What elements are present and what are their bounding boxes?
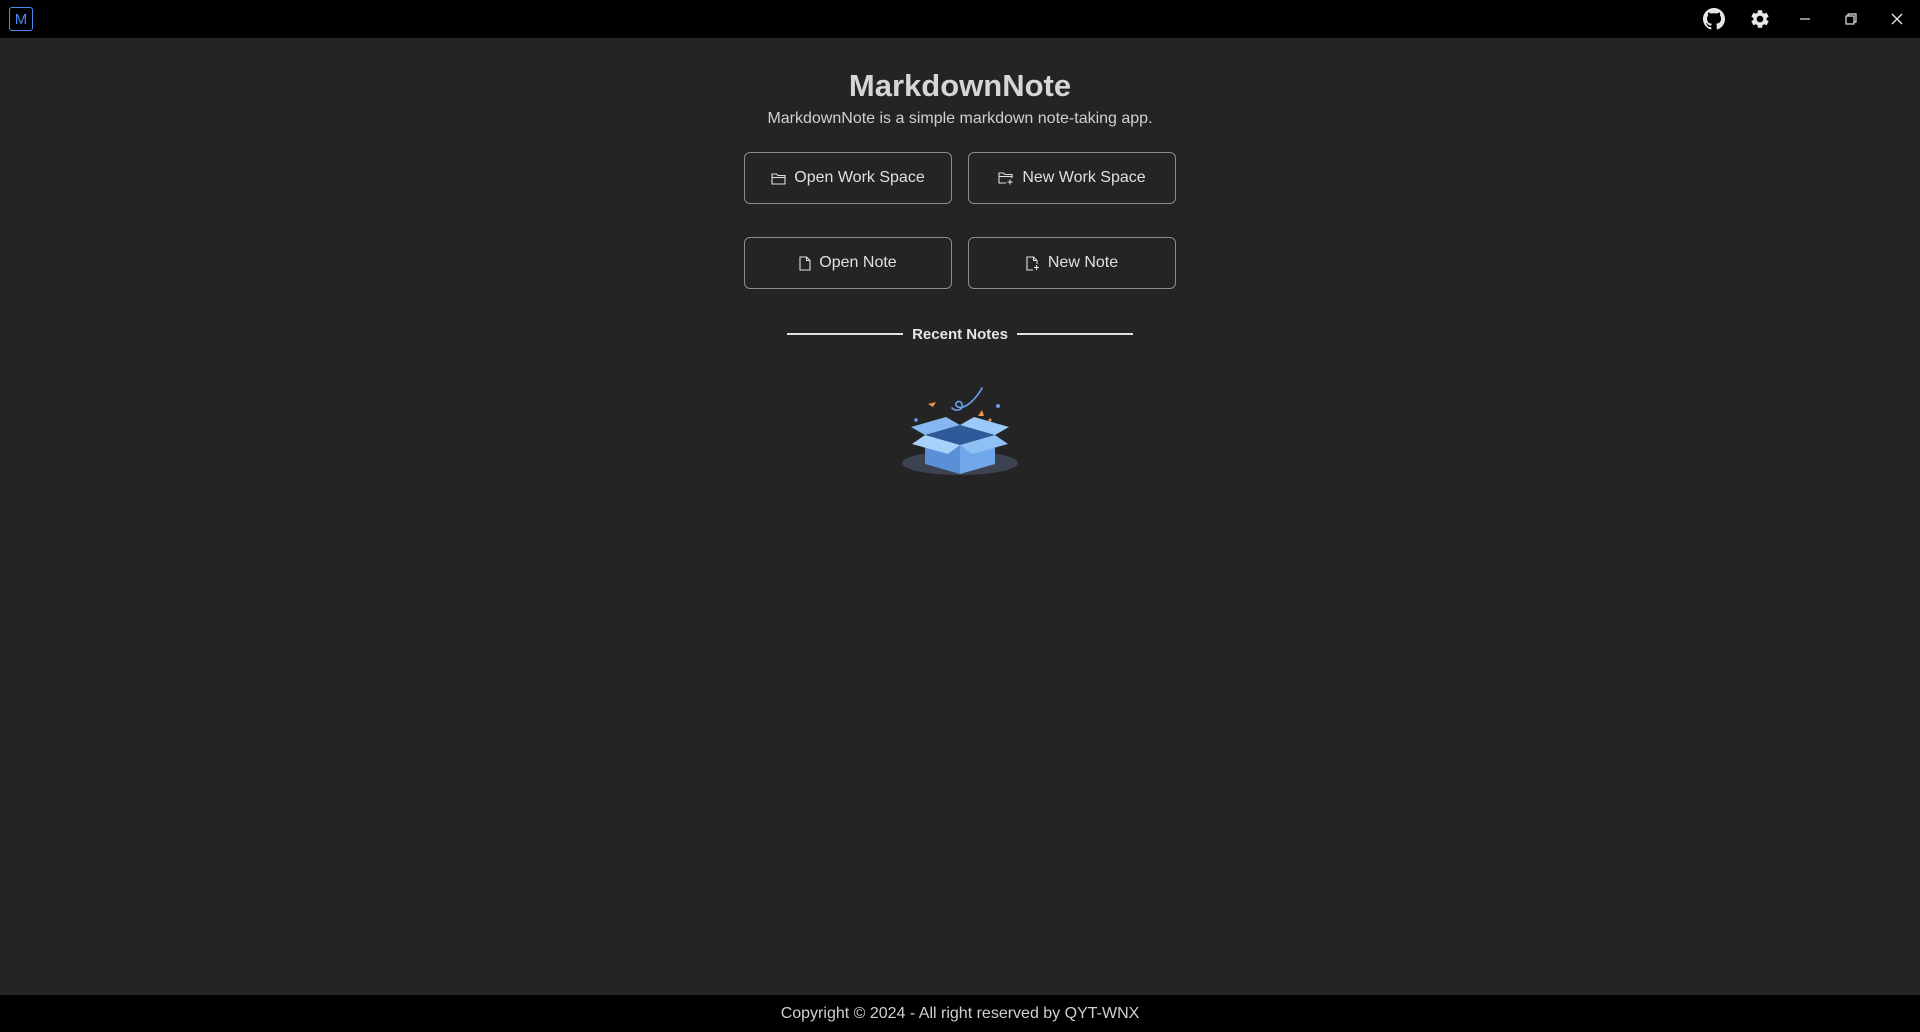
recent-notes-divider: Recent Notes [787, 322, 1134, 346]
app-logo-letter: M [14, 10, 28, 28]
footer: Copyright © 2024 - All right reserved by… [0, 995, 1920, 1032]
copyright-text: Copyright © 2024 - All right reserved by… [780, 1004, 1140, 1022]
close-icon[interactable] [1875, 0, 1919, 38]
title-bar: M [0, 0, 1920, 38]
open-note-label: Open Note [819, 254, 897, 271]
open-note-button[interactable]: Open Note [744, 237, 952, 289]
minimize-icon[interactable] [1783, 0, 1827, 38]
recent-notes-heading: Recent Notes [912, 325, 1008, 343]
app-title: MarkdownNote [848, 68, 1072, 103]
restore-icon[interactable] [1829, 0, 1873, 38]
folder-add-icon [998, 171, 1014, 185]
open-workspace-button[interactable]: Open Work Space [744, 152, 952, 204]
main-content: MarkdownNote MarkdownNote is a simple ma… [0, 38, 1920, 995]
file-icon [799, 255, 811, 271]
settings-gear-icon[interactable] [1738, 0, 1782, 38]
app-logo-icon: M [9, 7, 33, 31]
open-workspace-label: Open Work Space [794, 169, 925, 186]
new-workspace-button[interactable]: New Work Space [968, 152, 1176, 204]
folder-icon [771, 172, 786, 185]
divider-line-right [1016, 333, 1134, 335]
new-note-label: New Note [1047, 254, 1119, 271]
divider-line-left [787, 333, 904, 335]
empty-box-icon [898, 374, 1022, 478]
file-add-icon [1026, 255, 1040, 271]
new-workspace-label: New Work Space [1022, 169, 1146, 186]
app-subtitle: MarkdownNote is a simple markdown note-t… [767, 110, 1153, 127]
new-note-button[interactable]: New Note [968, 237, 1176, 289]
github-icon[interactable] [1692, 0, 1736, 38]
